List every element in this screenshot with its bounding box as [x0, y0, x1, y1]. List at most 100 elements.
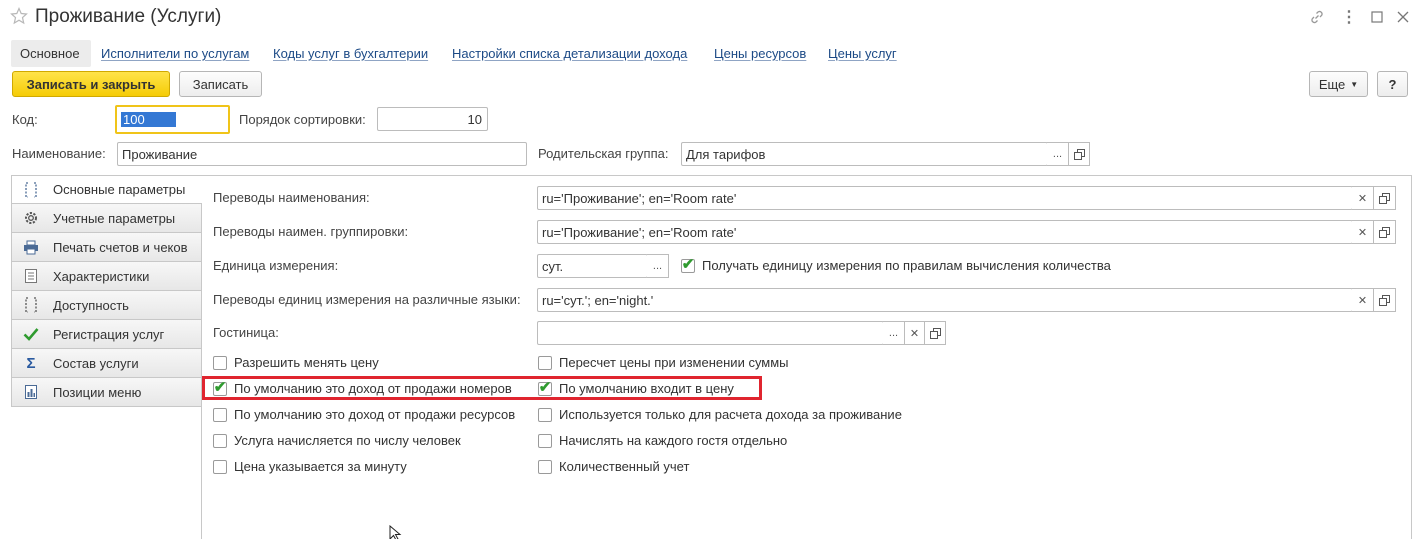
open-window-icon: [1073, 148, 1085, 160]
sidebar-item-service-registration[interactable]: Регистрация услуг: [11, 320, 202, 349]
group-translations-open-button[interactable]: [1374, 220, 1396, 244]
checkmark-icon: ✔: [681, 255, 695, 273]
tab-service-prices[interactable]: Цены услуг: [819, 40, 906, 67]
sidebar-item-characteristics[interactable]: Характеристики: [11, 262, 202, 291]
sort-order-input[interactable]: 10: [377, 107, 488, 131]
favorite-star-icon[interactable]: [10, 7, 28, 25]
sidebar-item-service-composition[interactable]: Σ Состав услуги: [11, 349, 202, 378]
link-icon[interactable]: [1309, 9, 1325, 25]
tab-executors[interactable]: Исполнители по услугам: [92, 40, 258, 67]
clear-icon: ✕: [909, 327, 920, 340]
checkbox-row[interactable]: По умолчанию это доход от продажи ресурс…: [213, 407, 515, 422]
list-document-icon: [22, 267, 40, 285]
printer-icon: [22, 238, 40, 256]
sidebar-item-print[interactable]: Печать счетов и чеков: [11, 233, 202, 262]
name-translations-open-button[interactable]: [1374, 186, 1396, 210]
code-input[interactable]: 100: [115, 105, 230, 134]
help-button[interactable]: ?: [1377, 71, 1408, 97]
clear-icon: ✕: [1357, 226, 1368, 239]
tab-accounting-codes[interactable]: Коды услуг в бухгалтерии: [264, 40, 437, 67]
close-icon[interactable]: [1397, 11, 1409, 23]
group-translations-input[interactable]: ru='Проживание'; en='Room rate': [537, 220, 1353, 244]
more-vertical-icon[interactable]: ⋮: [1340, 8, 1358, 26]
checkbox-row[interactable]: Цена указывается за минуту: [213, 459, 407, 474]
name-translations-input[interactable]: ru='Проживание'; en='Room rate': [537, 186, 1353, 210]
sort-order-label: Порядок сортировки:: [239, 112, 366, 127]
checkbox[interactable]: [538, 459, 552, 474]
checkbox-row[interactable]: Используется только для расчета дохода з…: [538, 407, 902, 422]
sidebar-item-main-params[interactable]: Основные параметры: [11, 175, 202, 204]
code-label: Код:: [12, 112, 38, 127]
sidebar-item-availability[interactable]: Доступность: [11, 291, 202, 320]
maximize-icon[interactable]: [1371, 11, 1383, 23]
group-translations-clear-button[interactable]: ✕: [1352, 220, 1374, 244]
checkbox-label: Используется только для расчета дохода з…: [559, 407, 902, 422]
unit-rules-checkbox-label: Получать единицу измерения по правилам в…: [702, 258, 1111, 273]
unit-translations-input[interactable]: ru='сут.'; en='night.': [537, 288, 1353, 312]
sidebar-item-label: Позиции меню: [53, 384, 142, 400]
open-window-icon: [1379, 294, 1390, 306]
sidebar-item-label: Учетные параметры: [53, 210, 176, 226]
hotel-clear-button[interactable]: ✕: [905, 321, 925, 345]
form-bracket-icon: [22, 296, 40, 314]
unit-select-button[interactable]: ...: [647, 254, 669, 278]
checkbox[interactable]: [213, 459, 227, 474]
open-window-icon: [929, 327, 941, 339]
name-translations-label: Переводы наименования:: [213, 190, 370, 205]
more-button[interactable]: Еще ▼: [1309, 71, 1368, 97]
window-title: Проживание (Услуги): [35, 6, 222, 27]
sidebar-item-label: Состав услуги: [53, 355, 139, 371]
sidebar-item-label: Печать счетов и чеков: [53, 239, 188, 255]
checkbox[interactable]: [213, 433, 227, 448]
tab-income-detail-settings[interactable]: Настройки списка детализации дохода: [443, 40, 696, 67]
sidebar-item-label: Доступность: [53, 297, 129, 313]
hotel-input[interactable]: [537, 321, 884, 345]
unit-translations-clear-button[interactable]: ✕: [1352, 288, 1374, 312]
checkmark-icon: [22, 325, 40, 343]
unit-input[interactable]: сут.: [537, 254, 648, 278]
unit-translations-label: Переводы единиц измерения на различные я…: [213, 292, 521, 307]
checkbox[interactable]: [538, 407, 552, 422]
chevron-down-icon: ▼: [1350, 79, 1359, 89]
checkbox-row[interactable]: Услуга начисляется по числу человек: [213, 433, 461, 448]
group-translations-label: Переводы наимен. группировки:: [213, 224, 409, 239]
sidebar-item-label: Регистрация услуг: [53, 326, 165, 342]
parent-group-open-button[interactable]: [1069, 142, 1090, 166]
checkbox[interactable]: [538, 433, 552, 448]
tab-main[interactable]: Основное: [11, 40, 91, 67]
form-bracket-icon: [22, 181, 40, 199]
unit-rules-checkbox[interactable]: ✔: [681, 255, 695, 273]
checkbox[interactable]: [213, 407, 227, 422]
open-window-icon: [1379, 226, 1390, 238]
checkbox-label: Начислять на каждого гостя отдельно: [559, 433, 788, 448]
checkbox[interactable]: [538, 355, 552, 370]
unit-label: Единица измерения:: [213, 258, 339, 273]
checkbox-row[interactable]: Количественный учет: [538, 459, 689, 474]
checkbox-row[interactable]: Разрешить менять цену: [213, 355, 379, 370]
sidebar-item-menu-positions[interactable]: Позиции меню: [11, 378, 202, 407]
name-translations-clear-button[interactable]: ✕: [1352, 186, 1374, 210]
clear-icon: ✕: [1357, 192, 1368, 205]
save-button[interactable]: Записать: [179, 71, 262, 97]
open-window-icon: [1379, 192, 1390, 204]
hotel-select-button[interactable]: ...: [883, 321, 905, 345]
sidebar-item-accounting-params[interactable]: Учетные параметры: [11, 204, 202, 233]
checkbox-label: Услуга начисляется по числу человек: [234, 433, 461, 448]
parent-group-input[interactable]: Для тарифов: [681, 142, 1048, 166]
name-input[interactable]: Проживание: [117, 142, 527, 166]
unit-translations-open-button[interactable]: [1374, 288, 1396, 312]
hotel-open-button[interactable]: [925, 321, 946, 345]
save-and-close-button[interactable]: Записать и закрыть: [12, 71, 170, 97]
checkbox-label: Разрешить менять цену: [234, 355, 379, 370]
tab-resource-prices[interactable]: Цены ресурсов: [705, 40, 815, 67]
unit-rules-checkbox-row[interactable]: ✔ Получать единицу измерения по правилам …: [681, 255, 1111, 273]
menu-chart-icon: [22, 383, 40, 401]
checkbox-row[interactable]: Пересчет цены при изменении суммы: [538, 355, 789, 370]
checkbox[interactable]: [213, 355, 227, 370]
sidebar-item-label: Характеристики: [53, 268, 150, 284]
parent-group-select-button[interactable]: ...: [1047, 142, 1069, 166]
parent-group-label: Родительская группа:: [538, 146, 669, 161]
checkbox-row[interactable]: Начислять на каждого гостя отдельно: [538, 433, 787, 448]
gear-icon: [22, 209, 40, 227]
mouse-cursor-icon: [389, 525, 402, 539]
